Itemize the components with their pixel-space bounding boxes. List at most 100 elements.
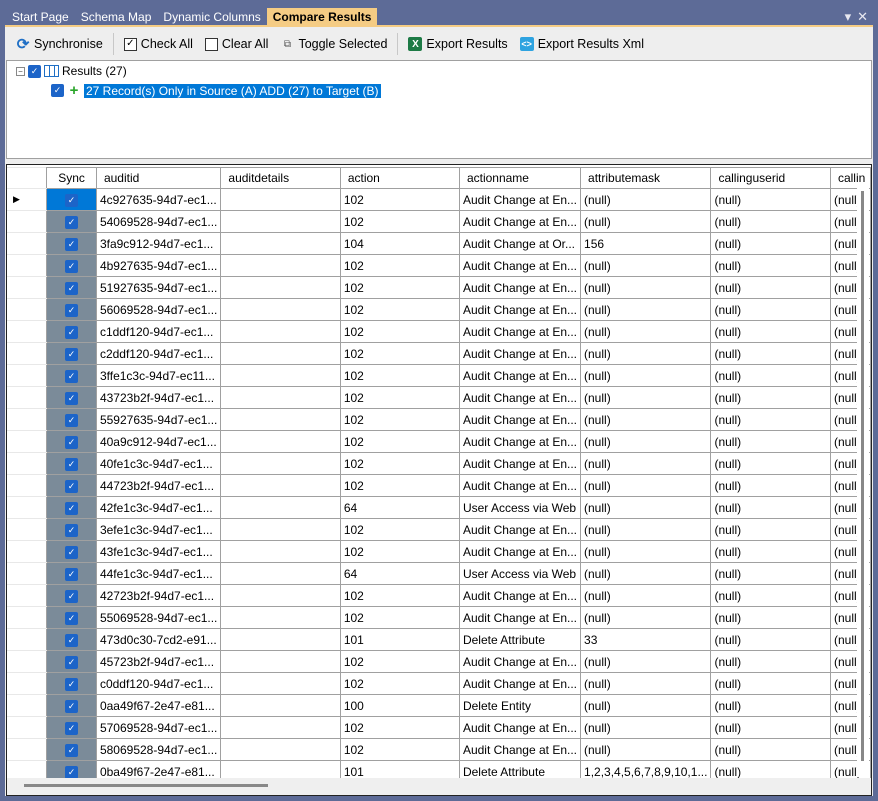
table-row[interactable]: ✓ 44723b2f-94d7-ec1... 102 Audit Change at …	[7, 474, 871, 497]
action-cell[interactable]: 102	[339, 606, 460, 629]
actionname-cell[interactable]: Audit Change at En...	[458, 364, 582, 387]
table-row[interactable]: ✓ 55069528-94d7-ec1... 102 Audit Change at …	[7, 606, 871, 629]
auditdetails-cell[interactable]	[220, 254, 341, 277]
auditid-cell[interactable]: 44723b2f-94d7-ec1...	[95, 474, 222, 497]
auditdetails-cell[interactable]	[220, 716, 341, 739]
auditdetails-cell[interactable]	[220, 408, 341, 431]
action-cell[interactable]: 102	[339, 320, 460, 343]
callinguserid-cell[interactable]: (null)	[710, 430, 831, 453]
row-header[interactable]	[7, 540, 48, 563]
row-header[interactable]: ▶	[7, 188, 48, 211]
auditdetails-cell[interactable]	[220, 298, 341, 321]
table-row[interactable]: ✓ 3fa9c912-94d7-ec1... 104 Audit Change at …	[7, 232, 871, 255]
callinguserid-cell[interactable]: (null)	[710, 254, 831, 277]
callinguserid-cell[interactable]: (null)	[710, 562, 831, 585]
row-header[interactable]	[7, 342, 48, 365]
sync-cell[interactable]: ✓	[46, 298, 97, 321]
sync-cell[interactable]: ✓	[46, 320, 97, 343]
sync-cell[interactable]: ✓	[46, 188, 97, 211]
auditid-cell[interactable]: 43723b2f-94d7-ec1...	[95, 386, 222, 409]
attributemask-cell[interactable]: (null)	[580, 342, 712, 365]
sync-checkbox[interactable]: ✓	[65, 700, 79, 713]
action-cell[interactable]: 102	[339, 518, 460, 541]
sync-cell[interactable]: ✓	[46, 342, 97, 365]
action-cell[interactable]: 64	[339, 562, 460, 585]
attributemask-cell[interactable]: 33	[580, 628, 712, 651]
action-cell[interactable]: 104	[339, 232, 460, 255]
row-header[interactable]	[7, 254, 48, 277]
callinguserid-cell[interactable]: (null)	[710, 320, 831, 343]
row-header[interactable]	[7, 518, 48, 541]
table-row[interactable]: ✓ c0ddf120-94d7-ec1... 102 Audit Change at …	[7, 672, 871, 695]
row-header[interactable]	[7, 694, 48, 717]
attributemask-cell[interactable]: (null)	[580, 364, 712, 387]
auditid-cell[interactable]: 3fa9c912-94d7-ec1...	[95, 232, 222, 255]
row-header[interactable]	[7, 320, 48, 343]
close-icon[interactable]: ✕	[857, 9, 868, 25]
sync-checkbox[interactable]: ✓	[65, 634, 79, 647]
table-row[interactable]: ✓ 44fe1c3c-94d7-ec1... 64 User Access via W…	[7, 562, 871, 585]
action-cell[interactable]: 102	[339, 650, 460, 673]
actionname-cell[interactable]: Audit Change at En...	[458, 386, 582, 409]
action-cell[interactable]: 102	[339, 738, 460, 761]
action-cell[interactable]: 102	[339, 298, 460, 321]
attributemask-cell[interactable]: (null)	[580, 430, 712, 453]
sync-cell[interactable]: ✓	[46, 562, 97, 585]
attributemask-cell[interactable]: (null)	[580, 606, 712, 629]
sync-checkbox[interactable]: ✓	[65, 326, 79, 339]
auditid-cell[interactable]: 40a9c912-94d7-ec1...	[95, 430, 222, 453]
callinguserid-cell[interactable]: (null)	[710, 474, 831, 497]
export-results-xml-button[interactable]: <> Export Results Xml	[515, 32, 649, 56]
tree-node-only-in-source[interactable]: ✓ + 27 Record(s) Only in Source (A) ADD …	[51, 82, 381, 99]
auditid-cell[interactable]: 44fe1c3c-94d7-ec1...	[95, 562, 222, 585]
auditid-cell[interactable]: c2ddf120-94d7-ec1...	[95, 342, 222, 365]
tab-schema-map[interactable]: Schema Map	[75, 8, 158, 26]
table-row[interactable]: ✓ 55927635-94d7-ec1... 102 Audit Change at …	[7, 408, 871, 431]
attributemask-cell[interactable]: (null)	[580, 474, 712, 497]
auditdetails-cell[interactable]	[220, 474, 341, 497]
row-header[interactable]	[7, 672, 48, 695]
auditdetails-cell[interactable]	[220, 342, 341, 365]
table-row[interactable]: ✓ 54069528-94d7-ec1... 102 Audit Change at …	[7, 210, 871, 233]
column-header-auditdetails[interactable]: auditdetails	[220, 167, 341, 189]
attributemask-cell[interactable]: (null)	[580, 254, 712, 277]
callinguserid-cell[interactable]: (null)	[710, 694, 831, 717]
callinguserid-cell[interactable]: (null)	[710, 276, 831, 299]
horizontal-scroll-thumb[interactable]	[24, 784, 268, 787]
action-cell[interactable]: 102	[339, 474, 460, 497]
action-cell[interactable]: 64	[339, 496, 460, 519]
table-row[interactable]: ✓ 58069528-94d7-ec1... 102 Audit Change at …	[7, 738, 871, 761]
sync-cell[interactable]: ✓	[46, 254, 97, 277]
attributemask-cell[interactable]: (null)	[580, 650, 712, 673]
tree-node-results[interactable]: − ✓ Results (27)	[16, 64, 127, 78]
table-row[interactable]: ✓ 40fe1c3c-94d7-ec1... 102 Audit Change at …	[7, 452, 871, 475]
action-cell[interactable]: 102	[339, 540, 460, 563]
auditdetails-cell[interactable]	[220, 276, 341, 299]
sync-checkbox[interactable]: ✓	[65, 722, 79, 735]
auditdetails-cell[interactable]	[220, 628, 341, 651]
auditdetails-cell[interactable]	[220, 584, 341, 607]
auditid-cell[interactable]: 3ffe1c3c-94d7-ec11...	[95, 364, 222, 387]
auditid-cell[interactable]: 0aa49f67-2e47-e81...	[95, 694, 222, 717]
vertical-scrollbar[interactable]	[857, 187, 869, 777]
sync-cell[interactable]: ✓	[46, 496, 97, 519]
attributemask-cell[interactable]: (null)	[580, 452, 712, 475]
row-header[interactable]	[7, 210, 48, 233]
sync-checkbox[interactable]: ✓	[65, 194, 79, 207]
table-row[interactable]: ▶ ✓ 4c927635-94d7-ec1... 102 Audit Change at…	[7, 188, 871, 211]
sync-cell[interactable]: ✓	[46, 584, 97, 607]
actionname-cell[interactable]: Audit Change at En...	[458, 474, 582, 497]
callinguserid-cell[interactable]: (null)	[710, 606, 831, 629]
actionname-cell[interactable]: Audit Change at En...	[458, 650, 582, 673]
sync-cell[interactable]: ✓	[46, 650, 97, 673]
sync-cell[interactable]: ✓	[46, 452, 97, 475]
toggle-selected-button[interactable]: ⧉ Toggle Selected	[275, 32, 392, 56]
auditdetails-cell[interactable]	[220, 694, 341, 717]
callinguserid-cell[interactable]: (null)	[710, 232, 831, 255]
callinguserid-cell[interactable]: (null)	[710, 716, 831, 739]
attributemask-cell[interactable]: (null)	[580, 276, 712, 299]
row-header[interactable]	[7, 606, 48, 629]
actionname-cell[interactable]: Delete Attribute	[458, 628, 582, 651]
row-header[interactable]	[7, 738, 48, 761]
auditid-cell[interactable]: 4b927635-94d7-ec1...	[95, 254, 222, 277]
